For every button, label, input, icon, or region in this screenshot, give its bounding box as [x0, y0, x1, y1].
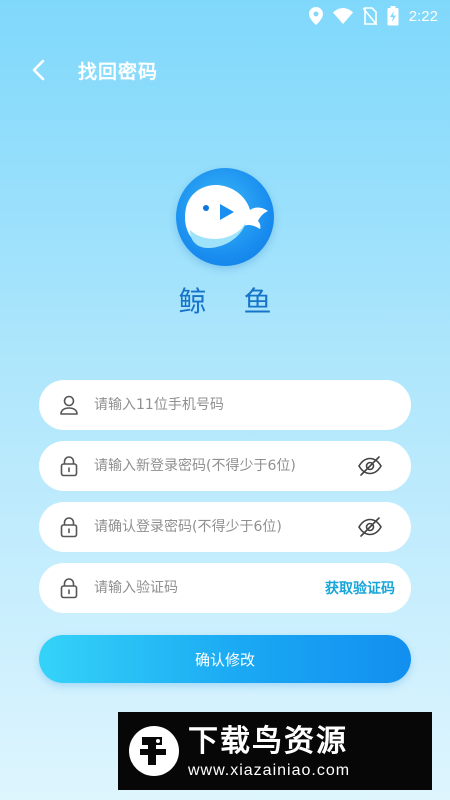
wifi-icon	[332, 8, 353, 24]
watermark-url: www.xiazainiao.com	[188, 762, 351, 779]
verify-code-field[interactable]: 获取验证码	[39, 563, 411, 613]
watermark-text: 下载鸟资源 www.xiazainiao.com	[188, 722, 350, 780]
confirm-change-button[interactable]: 确认修改	[39, 635, 411, 683]
lock-icon	[60, 456, 78, 477]
user-icon	[60, 395, 78, 415]
eye-off-icon[interactable]	[357, 453, 383, 479]
new-password-field[interactable]	[39, 441, 411, 491]
watermark-banner: 下载鸟资源 www.xiazainiao.com	[118, 712, 432, 790]
whale-logo-icon	[184, 184, 268, 248]
watermark-title: 下载鸟资源	[188, 724, 348, 759]
get-code-button[interactable]: 获取验证码	[325, 578, 395, 598]
page-title: 找回密码	[78, 61, 159, 83]
lock-icon	[60, 578, 78, 599]
status-time: 2:22	[408, 7, 438, 25]
header: 找回密码	[0, 52, 450, 88]
battery-charging-icon	[387, 6, 399, 26]
confirm-password-input[interactable]	[94, 519, 357, 535]
eye-off-icon[interactable]	[357, 514, 383, 540]
status-bar: 2:22	[0, 0, 450, 32]
app-name: 鲸 鱼	[178, 285, 286, 318]
app-logo	[176, 168, 274, 266]
phone-input[interactable]	[94, 397, 411, 413]
lock-icon	[60, 517, 78, 538]
location-icon	[308, 7, 323, 25]
confirm-password-field[interactable]	[39, 502, 411, 552]
verify-code-input[interactable]	[94, 580, 325, 596]
new-password-input[interactable]	[94, 458, 357, 474]
bird-logo-icon	[129, 726, 179, 776]
phone-field[interactable]	[39, 380, 411, 430]
back-button[interactable]	[26, 56, 54, 84]
chevron-left-icon	[32, 59, 45, 81]
no-sim-icon	[362, 7, 377, 25]
